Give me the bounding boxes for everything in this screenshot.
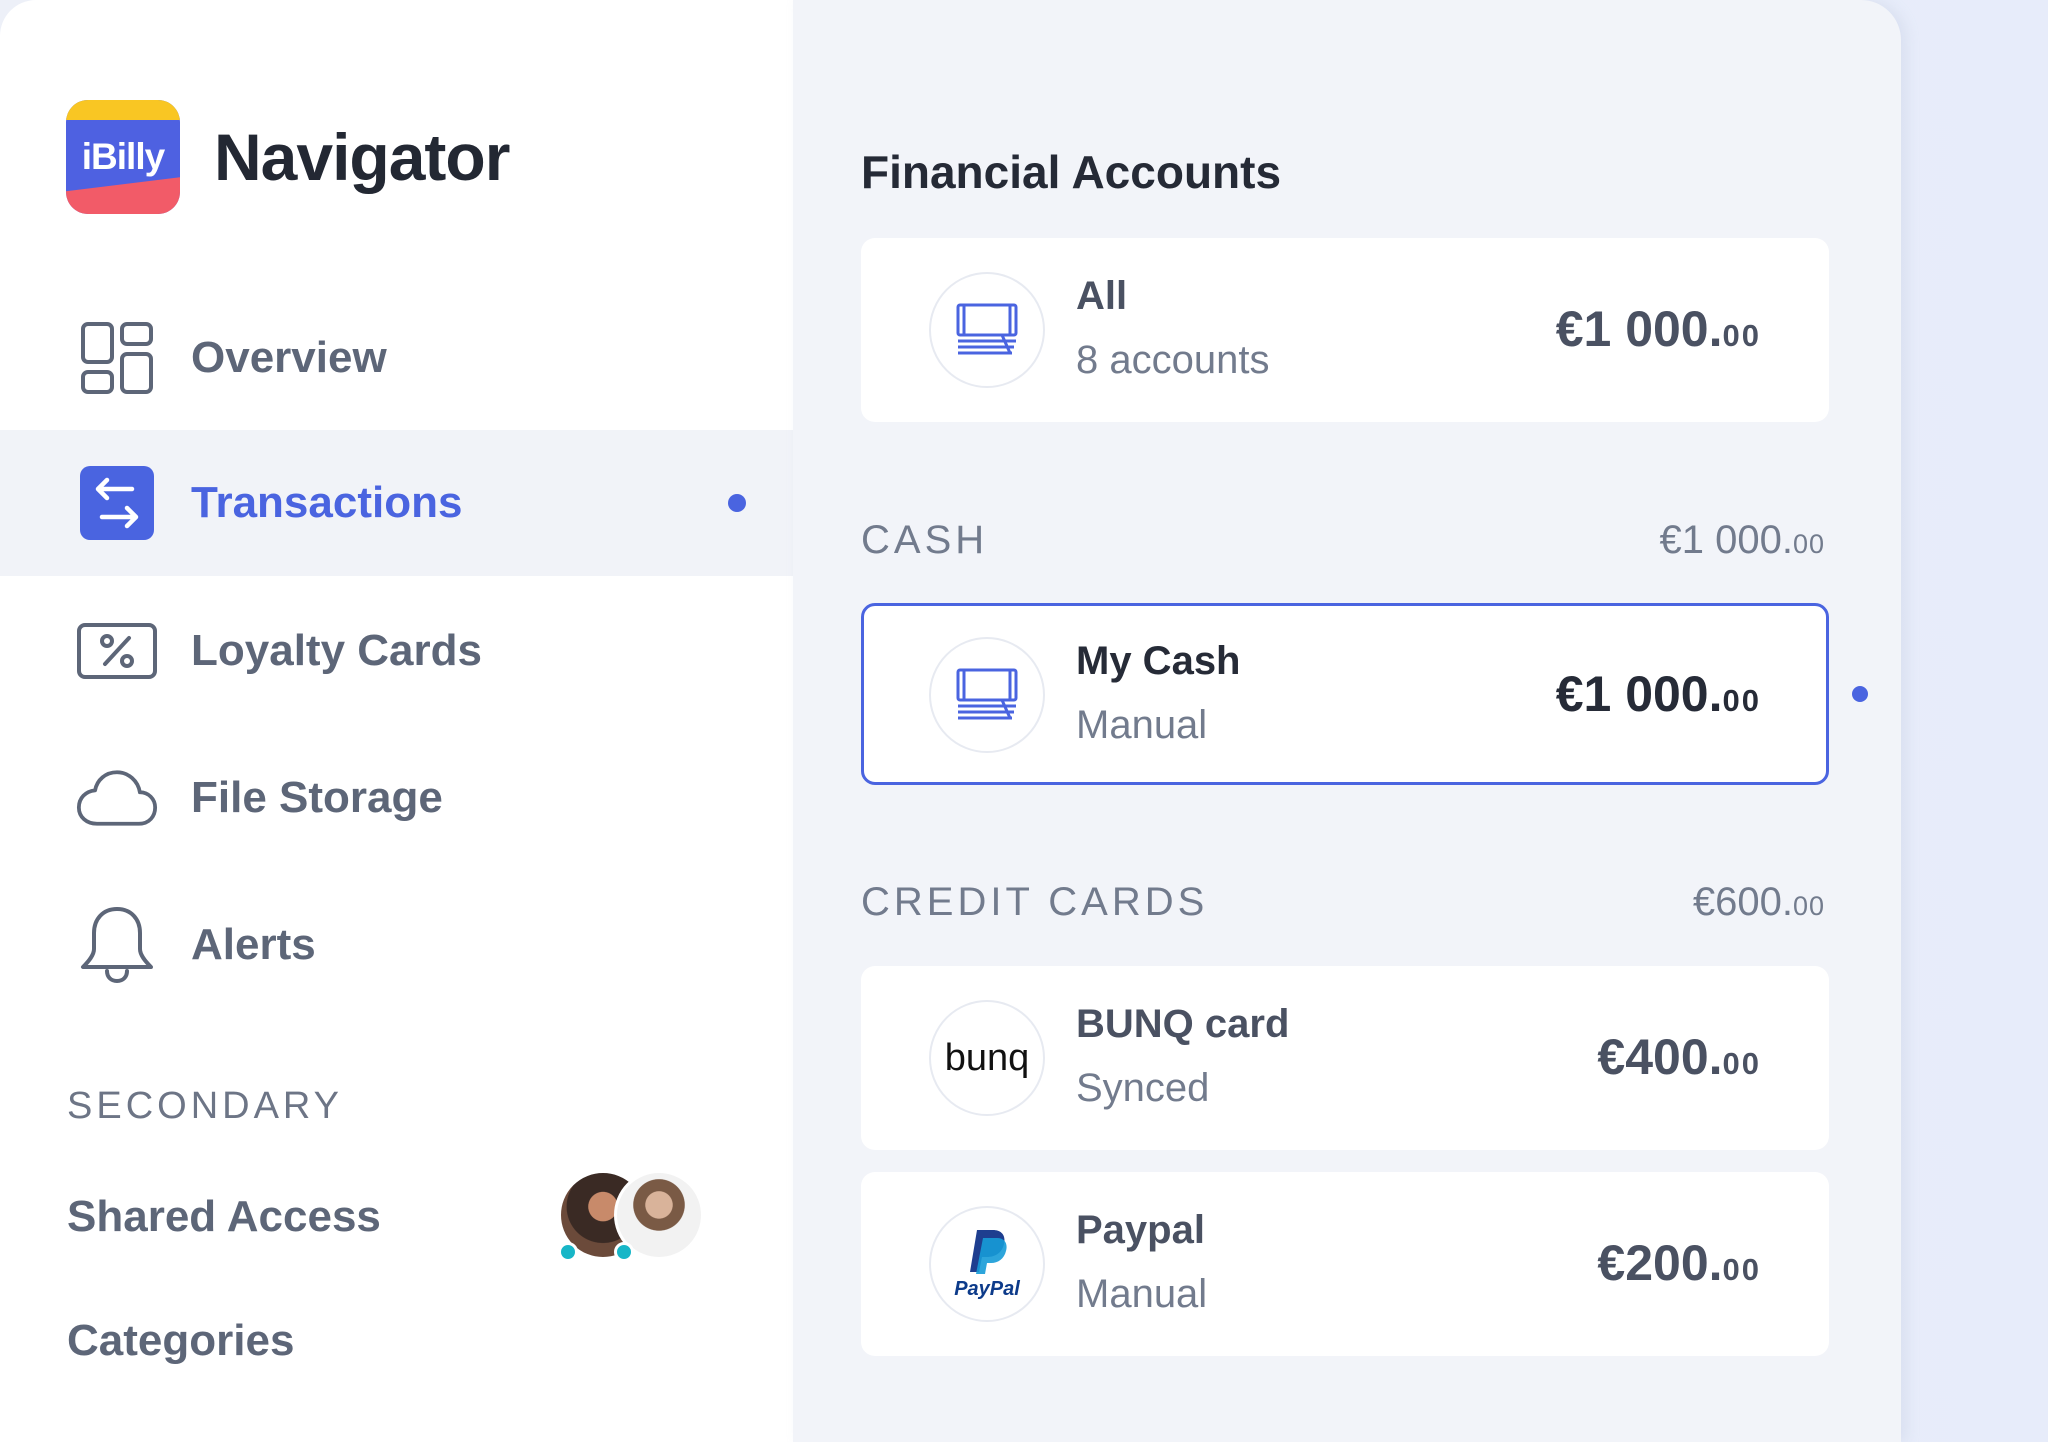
account-subtitle: Manual bbox=[1076, 1272, 1208, 1316]
sidebar-item-overview[interactable]: Overview bbox=[0, 285, 793, 431]
selected-indicator-dot bbox=[1852, 686, 1868, 702]
sidebar-item-alerts[interactable]: Alerts bbox=[0, 872, 793, 1018]
sidebar-item-transactions[interactable]: Transactions bbox=[0, 430, 793, 576]
online-status-dot bbox=[614, 1242, 634, 1262]
group-heading-cash: CASH bbox=[861, 518, 989, 562]
shared-access-avatars[interactable] bbox=[558, 1170, 708, 1262]
sidebar: iBilly Navigator Overview Transactions L… bbox=[0, 0, 793, 1442]
app-name: Navigator bbox=[214, 120, 510, 194]
sidebar-item-label: Overview bbox=[191, 333, 387, 382]
cloud-icon bbox=[76, 757, 158, 839]
overview-icon bbox=[76, 317, 158, 399]
account-card-all[interactable]: All 8 accounts €1 000.00 bbox=[861, 238, 1829, 422]
secondary-section-heading: SECONDARY bbox=[67, 1085, 344, 1127]
group-total-credit-cards: €600.00 bbox=[1692, 880, 1825, 924]
account-name: Paypal bbox=[1076, 1208, 1205, 1252]
page-title: Financial Accounts bbox=[861, 146, 1282, 198]
account-card-my-cash[interactable]: My Cash Manual €1 000.00 bbox=[861, 603, 1829, 785]
account-name: My Cash bbox=[1076, 639, 1241, 683]
group-heading-credit-cards: CREDIT CARDS bbox=[861, 880, 1209, 924]
active-indicator-dot bbox=[728, 494, 746, 512]
account-name: BUNQ card bbox=[1076, 1002, 1290, 1046]
account-subtitle: Synced bbox=[1076, 1066, 1210, 1110]
cash-stack-icon bbox=[929, 637, 1045, 753]
transactions-icon bbox=[76, 462, 158, 544]
account-balance: €1 000.00 bbox=[1555, 301, 1761, 357]
account-balance: €200.00 bbox=[1597, 1235, 1761, 1291]
account-subtitle: 8 accounts bbox=[1076, 338, 1270, 382]
account-balance: €400.00 bbox=[1597, 1029, 1761, 1085]
sidebar-item-label: Alerts bbox=[191, 920, 316, 969]
bell-icon bbox=[76, 904, 158, 986]
online-status-dot bbox=[558, 1242, 578, 1262]
account-card-bunq[interactable]: bunq BUNQ card Synced €400.00 bbox=[861, 966, 1829, 1150]
paypal-logo: PayPal bbox=[929, 1206, 1045, 1322]
sidebar-item-loyalty-cards[interactable]: Loyalty Cards bbox=[0, 578, 793, 724]
app-logo-text: iBilly bbox=[81, 136, 165, 177]
group-total-cash: €1 000.00 bbox=[1659, 518, 1825, 562]
loyalty-card-icon bbox=[76, 610, 158, 692]
account-name: All bbox=[1076, 274, 1128, 318]
account-balance: €1 000.00 bbox=[1555, 666, 1761, 722]
bunq-logo: bunq bbox=[929, 1000, 1045, 1116]
app-logo: iBilly bbox=[66, 100, 180, 214]
sidebar-item-shared-access[interactable]: Shared Access bbox=[67, 1192, 381, 1242]
brand[interactable]: iBilly Navigator bbox=[66, 100, 510, 214]
sidebar-item-label: Loyalty Cards bbox=[191, 626, 482, 675]
sidebar-item-label: File Storage bbox=[191, 773, 443, 822]
sidebar-item-file-storage[interactable]: File Storage bbox=[0, 725, 793, 871]
account-subtitle: Manual bbox=[1076, 703, 1208, 747]
app-window: iBilly Navigator Overview Transactions L… bbox=[0, 0, 2048, 1442]
sidebar-item-categories[interactable]: Categories bbox=[67, 1316, 294, 1366]
sidebar-item-label: Transactions bbox=[191, 478, 463, 527]
financial-accounts-panel: Financial Accounts All 8 accounts €1 000… bbox=[793, 0, 1901, 1442]
cash-stack-icon bbox=[929, 272, 1045, 388]
account-card-paypal[interactable]: PayPal Paypal Manual €200.00 bbox=[861, 1172, 1829, 1356]
